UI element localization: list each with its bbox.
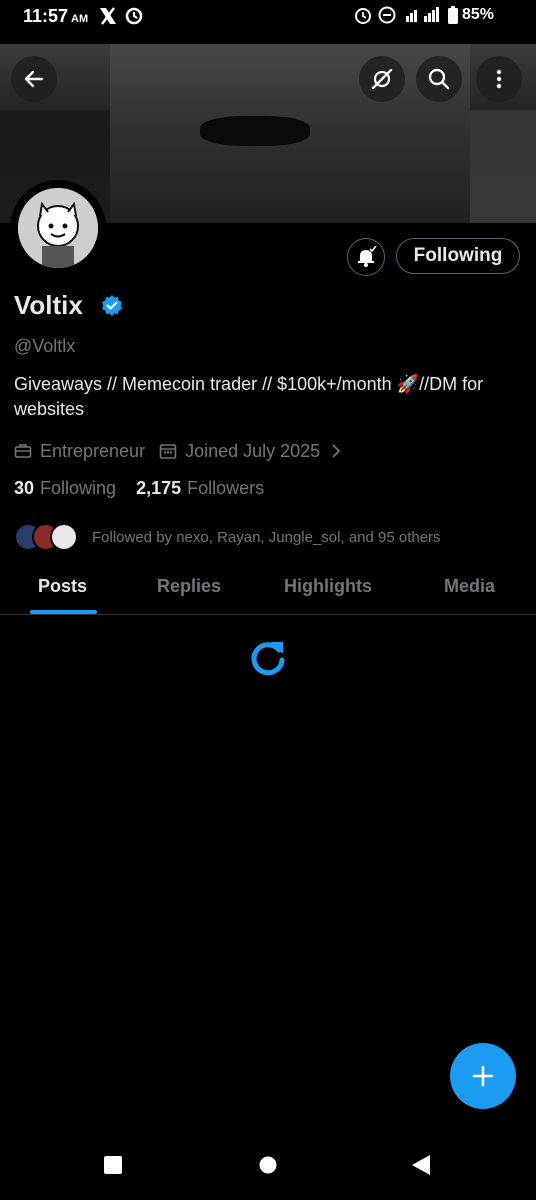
bell-check-icon [358, 246, 377, 267]
status-time: 11:57 AM [23, 6, 89, 26]
banner-artwork-detail [200, 116, 310, 146]
alarm-icon [125, 7, 143, 25]
dnd-icon [378, 6, 396, 24]
display-name: Voltix [14, 290, 83, 320]
user-handle: @Voltlx [14, 336, 76, 356]
profile-category: Entrepreneur [14, 441, 145, 462]
tab-highlights[interactable]: Highlights [284, 576, 372, 597]
banner-artwork-right [470, 110, 536, 223]
tab-replies[interactable]: Replies [157, 576, 221, 597]
profile-meta: Entrepreneur Joined July 2025 [14, 438, 364, 464]
back-nav-icon[interactable] [412, 1155, 430, 1175]
briefcase-icon [14, 444, 32, 458]
tab-posts[interactable]: Posts [38, 576, 87, 597]
follower-avatar [50, 523, 78, 551]
more-options-button[interactable] [476, 56, 522, 102]
joined-label: Joined July 2025 [185, 440, 321, 461]
more-vertical-icon [496, 69, 502, 89]
cartoon-avatar-icon [18, 188, 98, 268]
grok-icon [371, 68, 393, 90]
followers-stat[interactable]: 2,175 Followers [136, 478, 264, 499]
recents-icon[interactable] [104, 1156, 122, 1174]
x-logo-icon [100, 7, 116, 25]
profile-bio: Giveaways // Memecoin trader // $100k+/m… [14, 374, 484, 419]
system-nav-bar [0, 1130, 536, 1200]
followed-by-row[interactable]: Followed by nexo, Rayan, Jungle_sol, and… [14, 522, 441, 552]
tab-media[interactable]: Media [444, 576, 495, 597]
search-button[interactable] [416, 56, 462, 102]
profile-avatar[interactable] [10, 180, 106, 276]
active-tab-indicator [30, 610, 97, 614]
arrow-left-icon [24, 70, 44, 88]
follow-stats: 30 Following 2,175 Followers [14, 478, 284, 499]
following-stat[interactable]: 30 Following [14, 478, 116, 499]
status-bar: 11:57 AM 85% [0, 0, 536, 44]
notifications-bell-button[interactable] [347, 238, 385, 276]
signal-icon [406, 7, 439, 22]
refresh-icon [251, 642, 285, 676]
calendar-icon [159, 444, 177, 459]
grok-button[interactable] [359, 56, 405, 102]
chevron-right-icon [332, 444, 341, 458]
followed-by-text: Followed by nexo, Rayan, Jungle_sol, and… [92, 528, 441, 546]
battery-icon [448, 6, 458, 24]
alarm-status-icon [355, 8, 371, 24]
profile-tabs: Posts Replies Highlights Media [0, 564, 536, 615]
category-label: Entrepreneur [40, 440, 146, 461]
joined-date[interactable]: Joined July 2025 [159, 441, 350, 462]
home-icon[interactable] [259, 1156, 277, 1174]
search-icon [428, 68, 450, 90]
avatar-image [18, 188, 98, 268]
battery-percent: 85% [461, 6, 494, 23]
following-button[interactable]: Following [396, 238, 520, 274]
back-button[interactable] [11, 56, 57, 102]
plus-icon [472, 1065, 494, 1087]
verified-badge-icon[interactable] [100, 294, 124, 318]
compose-button[interactable] [450, 1043, 516, 1109]
